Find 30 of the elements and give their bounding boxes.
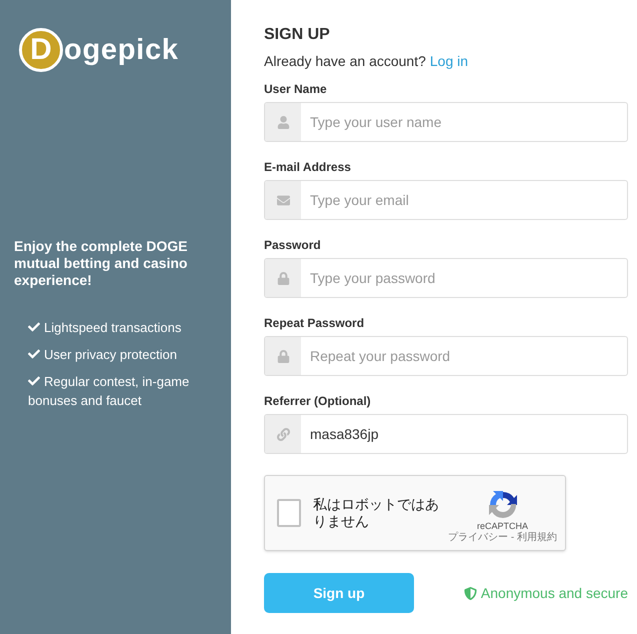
- link-icon: [276, 428, 290, 440]
- tagline: Enjoy the complete DOGE mutual betting and casino experience!: [14, 238, 188, 289]
- logo-text: ogepick: [64, 36, 179, 64]
- check-icon: [28, 375, 40, 387]
- field-label: Password: [264, 238, 322, 253]
- feature-item: Regular contest, in-game bonuses and faucet: [28, 373, 190, 410]
- check-icon: [28, 348, 40, 360]
- field-label: Repeat Password: [264, 316, 366, 331]
- account-prompt: Already have an account?: [264, 52, 426, 70]
- recaptcha-logo-icon: [486, 488, 519, 520]
- captcha-checkbox[interactable]: [277, 499, 302, 527]
- login-link[interactable]: Log in: [430, 52, 468, 70]
- field-label: User Name: [264, 82, 328, 97]
- check-icon: [28, 321, 40, 333]
- shield-icon: [464, 586, 477, 600]
- form-title: SIGN UP: [264, 25, 331, 45]
- lock-icon: [276, 350, 290, 362]
- feature-item: Lightspeed transactions: [28, 318, 218, 337]
- logo-badge: D: [19, 28, 63, 72]
- user-icon: [276, 116, 290, 128]
- feature-item: User privacy protection: [28, 345, 218, 364]
- captcha-links[interactable]: プライバシー - 利用規約: [448, 532, 557, 544]
- signup-button[interactable]: Sign up: [264, 573, 414, 613]
- captcha-label: 私はロボットではありません: [313, 496, 440, 530]
- field-label: Referrer (Optional): [264, 394, 372, 409]
- envelope-icon: [276, 194, 290, 206]
- security-note: Anonymous and secure: [464, 582, 628, 604]
- field-label: E-mail Address: [264, 160, 352, 175]
- lock-icon: [276, 272, 290, 284]
- captcha-brand: reCAPTCHA: [477, 520, 528, 532]
